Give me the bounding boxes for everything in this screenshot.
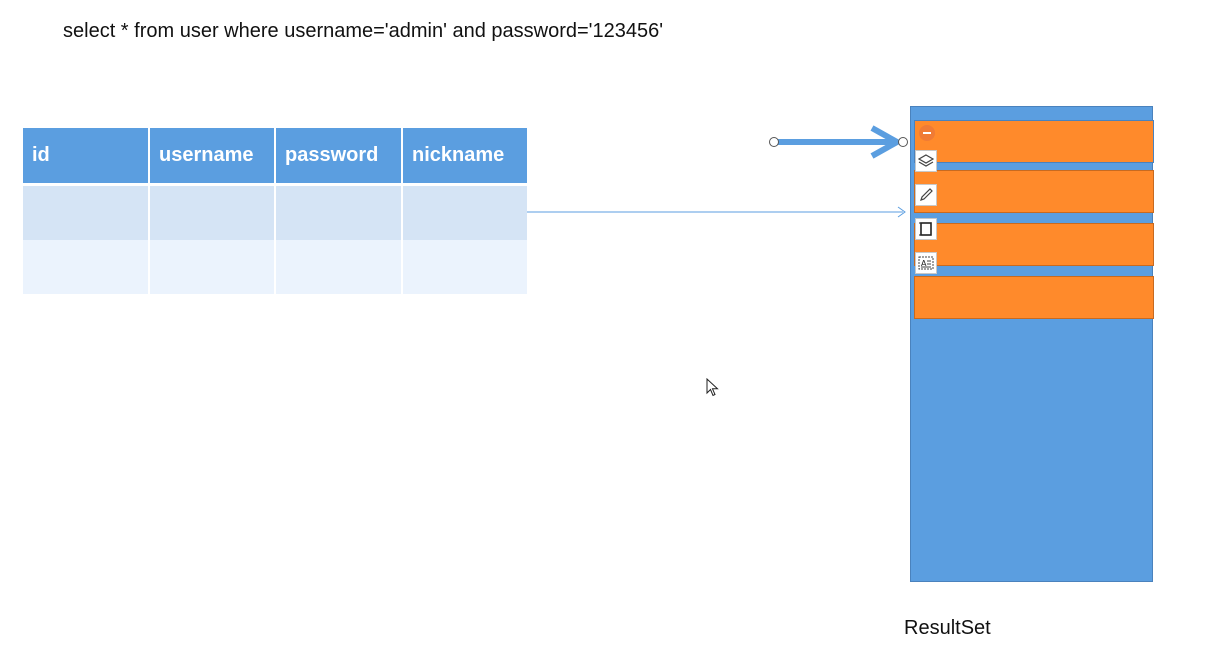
outline-icon[interactable]	[915, 218, 937, 240]
mouse-cursor-icon	[706, 378, 719, 397]
alt-text-icon[interactable]: A	[915, 252, 937, 274]
pen-icon[interactable]	[915, 184, 937, 206]
remove-icon[interactable]	[919, 125, 935, 141]
layers-icon[interactable]	[915, 150, 937, 172]
arrow-end-handle	[898, 137, 908, 147]
arrow-start-handle	[769, 137, 779, 147]
connector-layer	[527, 125, 908, 218]
